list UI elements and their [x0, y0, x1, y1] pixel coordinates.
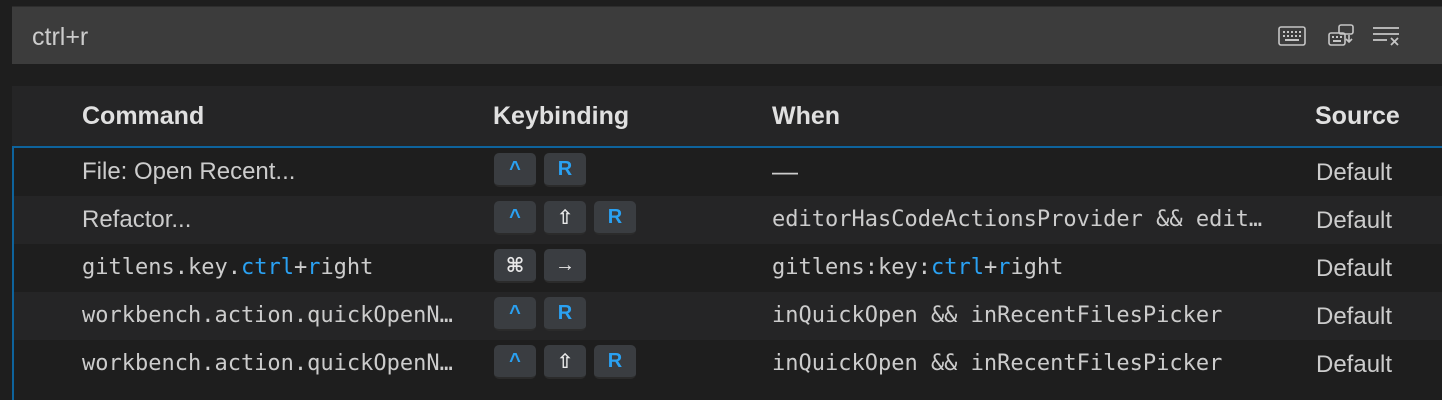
table-row[interactable]: workbench.action.quickOpenN… ^ ⇧ RinQuickOp…	[14, 340, 1442, 388]
command-cell: gitlens.key.ctrl+right	[82, 255, 480, 280]
key-cap: ^	[494, 297, 536, 331]
when-cell: —	[772, 156, 1296, 187]
keybindings-table: File: Open Recent... ^ R — Default Refactor..…	[12, 146, 1442, 400]
table-row[interactable]: File: Open Recent... ^ R — Default	[14, 148, 1442, 196]
command-post: ight	[320, 255, 374, 280]
when-cell: editorHasCodeActionsProvider && edit…	[772, 207, 1296, 232]
command-hl2: r	[307, 255, 321, 280]
when-cell: inQuickOpen && inRecentFilesPicker	[772, 303, 1296, 328]
keybinding-cell: ⌘ →	[494, 249, 586, 283]
column-header-when[interactable]: When	[772, 102, 840, 131]
key-cap: ^	[494, 345, 536, 379]
when-cell: gitlens:key:ctrl+right	[772, 255, 1296, 280]
source-cell: Default	[1316, 303, 1393, 330]
command-cell: File: Open Recent...	[82, 158, 480, 186]
keybindings-search-input[interactable]	[32, 21, 1252, 53]
command-pre: gitlens.key.	[82, 255, 241, 280]
keybinding-cell: ^ ⇧ R	[494, 201, 636, 235]
source-cell: Default	[1316, 207, 1393, 234]
key-cap: R	[594, 345, 636, 379]
keybinding-cell: ^ ⇧ R	[494, 345, 636, 379]
when-mid: +	[983, 255, 998, 280]
key-cap: ⇧	[544, 345, 586, 379]
keybinding-cell: ^ R	[494, 153, 586, 187]
key-cap: ⇧	[544, 201, 586, 235]
key-cap: R	[594, 201, 636, 235]
column-header-keybinding[interactable]: Keybinding	[493, 102, 629, 131]
keyboard-icon[interactable]	[1276, 21, 1308, 51]
when-pre: gitlens:key:	[772, 255, 931, 280]
column-header-command[interactable]: Command	[82, 102, 204, 131]
when-pre: inQuickOpen && inRecentFilesPicker	[772, 351, 1223, 376]
key-cap: ^	[494, 201, 536, 235]
column-header-source[interactable]: Source	[1315, 102, 1400, 131]
command-cell: Refactor...	[82, 206, 480, 234]
source-cell: Default	[1316, 351, 1393, 378]
table-header: Command Keybinding When Source	[12, 86, 1442, 148]
when-hl: ctrl	[930, 255, 984, 280]
key-cap: R	[544, 153, 586, 187]
table-row[interactable]: workbench.action.quickOpenN… ^ RinQuickOpe…	[14, 292, 1442, 340]
when-pre: editorHasCodeActionsProvider && edit…	[772, 207, 1263, 232]
command-pre: File: Open Recent...	[82, 158, 296, 185]
key-cap: ^	[494, 153, 536, 187]
command-hl: ctrl	[240, 255, 294, 280]
when-pre: —	[772, 156, 798, 186]
source-cell: Default	[1316, 255, 1393, 282]
when-cell: inQuickOpen && inRecentFilesPicker	[772, 351, 1296, 376]
table-row[interactable]: gitlens.key.ctrl+right ⌘ → gitlens:key:ctrl…	[14, 244, 1442, 292]
when-pre: inQuickOpen && inRecentFilesPicker	[772, 303, 1223, 328]
clear-filter-icon[interactable]	[1370, 21, 1402, 51]
key-cap: →	[544, 249, 586, 283]
source-cell: Default	[1316, 159, 1393, 186]
command-pre: Refactor...	[82, 206, 192, 233]
when-post: ight	[1010, 255, 1064, 280]
key-cap: ⌘	[494, 249, 536, 283]
command-pre: workbench.action.quickOpenN…	[82, 303, 453, 328]
command-cell: workbench.action.quickOpenN…	[82, 351, 480, 376]
keybindings-search-bar	[12, 6, 1442, 64]
keybinding-cell: ^ R	[494, 297, 586, 331]
table-row[interactable]: Refactor... ^ ⇧ ReditorHasCodeActionsProvid…	[14, 196, 1442, 244]
key-cap: R	[544, 297, 586, 331]
command-mid: +	[293, 255, 308, 280]
record-keys-icon[interactable]	[1326, 21, 1358, 51]
command-pre: workbench.action.quickOpenN…	[82, 351, 453, 376]
when-hl2: r	[997, 255, 1011, 280]
command-cell: workbench.action.quickOpenN…	[82, 303, 480, 328]
